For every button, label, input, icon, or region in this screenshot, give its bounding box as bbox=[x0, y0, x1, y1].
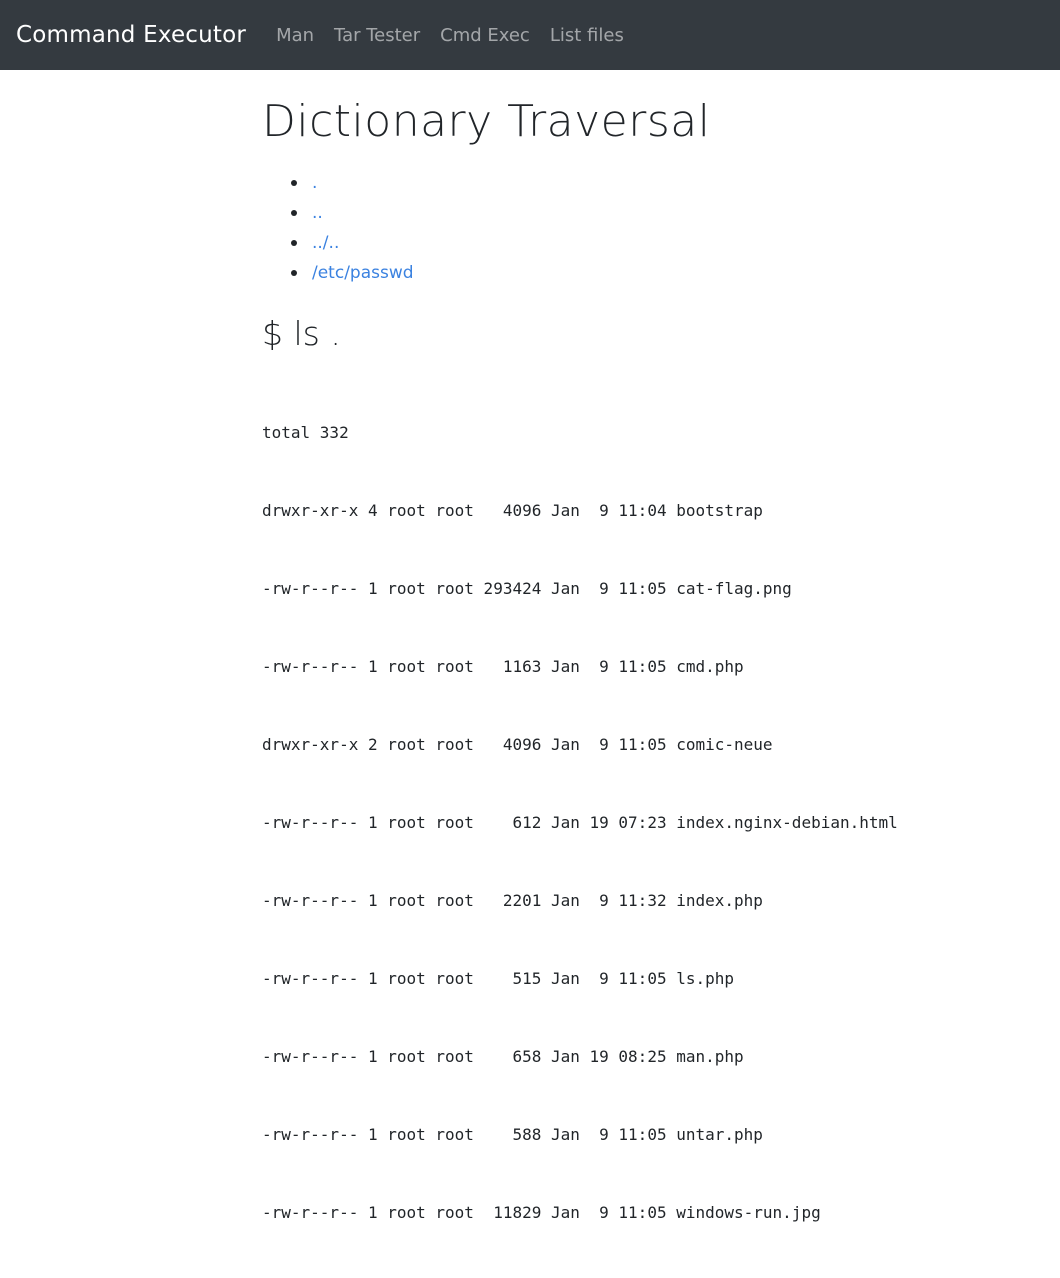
page-title: Dictionary Traversal bbox=[262, 96, 711, 147]
output-line: -rw-r--r-- 1 root root 1163 Jan 9 11:05 … bbox=[262, 657, 744, 676]
directory-link-grandparent[interactable]: ../.. bbox=[312, 233, 339, 253]
list-item: . bbox=[291, 168, 1042, 198]
brand-link[interactable]: Command Executor bbox=[16, 22, 246, 48]
nav-link-cmd-exec[interactable]: Cmd Exec bbox=[440, 25, 530, 46]
output-line: -rw-r--r-- 1 root root 2201 Jan 9 11:32 … bbox=[262, 891, 763, 910]
main-content: Dictionary Traversal . .. ../.. /etc/pas… bbox=[262, 70, 1042, 1278]
navbar: Command Executor Man Tar Tester Cmd Exec… bbox=[0, 0, 1060, 70]
output-line: -rw-r--r-- 1 root root 658 Jan 19 08:25 … bbox=[262, 1047, 744, 1066]
command-heading: $ ls . bbox=[262, 314, 341, 353]
directory-list: . .. ../.. /etc/passwd bbox=[262, 168, 1042, 288]
output-line: total 332 bbox=[262, 423, 349, 442]
directory-link-current[interactable]: . bbox=[312, 173, 317, 193]
output-line: -rw-r--r-- 1 root root 612 Jan 19 07:23 … bbox=[262, 813, 898, 832]
list-item: .. bbox=[291, 198, 1042, 228]
list-item: ../.. bbox=[291, 228, 1042, 258]
nav-link-tar-tester[interactable]: Tar Tester bbox=[334, 25, 420, 46]
output-line: -rw-r--r-- 1 root root 515 Jan 9 11:05 l… bbox=[262, 969, 735, 988]
list-item: /etc/passwd bbox=[291, 258, 1042, 288]
output-line: -rw-r--r-- 1 root root 293424 Jan 9 11:0… bbox=[262, 579, 792, 598]
nav-link-list-files[interactable]: List files bbox=[550, 25, 624, 46]
command-output: total 332 drwxr-xr-x 4 root root 4096 Ja… bbox=[262, 368, 1042, 1278]
nav-links: Man Tar Tester Cmd Exec List files bbox=[276, 25, 644, 46]
nav-link-man[interactable]: Man bbox=[276, 25, 314, 46]
output-line: drwxr-xr-x 2 root root 4096 Jan 9 11:05 … bbox=[262, 735, 773, 754]
directory-link-parent[interactable]: .. bbox=[312, 203, 323, 223]
output-line: drwxr-xr-x 4 root root 4096 Jan 9 11:04 … bbox=[262, 501, 763, 520]
output-line: -rw-r--r-- 1 root root 11829 Jan 9 11:05… bbox=[262, 1203, 821, 1222]
directory-link-etc-passwd[interactable]: /etc/passwd bbox=[312, 263, 414, 283]
output-line: -rw-r--r-- 1 root root 588 Jan 9 11:05 u… bbox=[262, 1125, 763, 1144]
